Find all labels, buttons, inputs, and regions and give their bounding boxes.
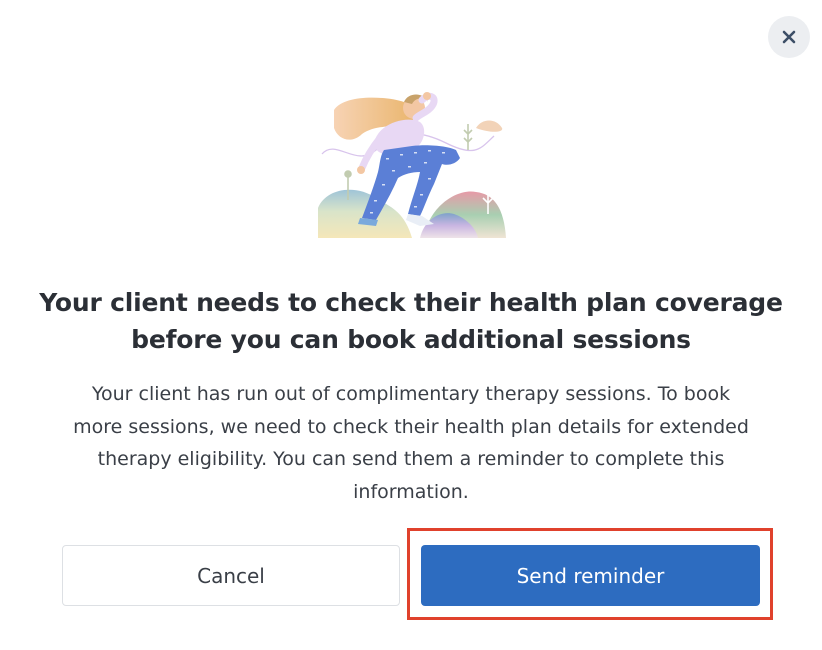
woman-hiking-illustration bbox=[318, 92, 506, 238]
dialog-title: Your client needs to check their health … bbox=[39, 288, 783, 354]
cancel-button[interactable]: Cancel bbox=[62, 545, 400, 606]
cancel-button-label: Cancel bbox=[197, 563, 265, 588]
send-reminder-button[interactable]: Send reminder bbox=[421, 545, 760, 606]
send-reminder-button-label: Send reminder bbox=[516, 563, 665, 588]
coverage-check-dialog: Your client needs to check their health … bbox=[0, 0, 822, 650]
close-button[interactable] bbox=[768, 16, 810, 58]
dialog-body: Your client has run out of complimentary… bbox=[73, 383, 749, 503]
close-icon bbox=[782, 30, 796, 44]
